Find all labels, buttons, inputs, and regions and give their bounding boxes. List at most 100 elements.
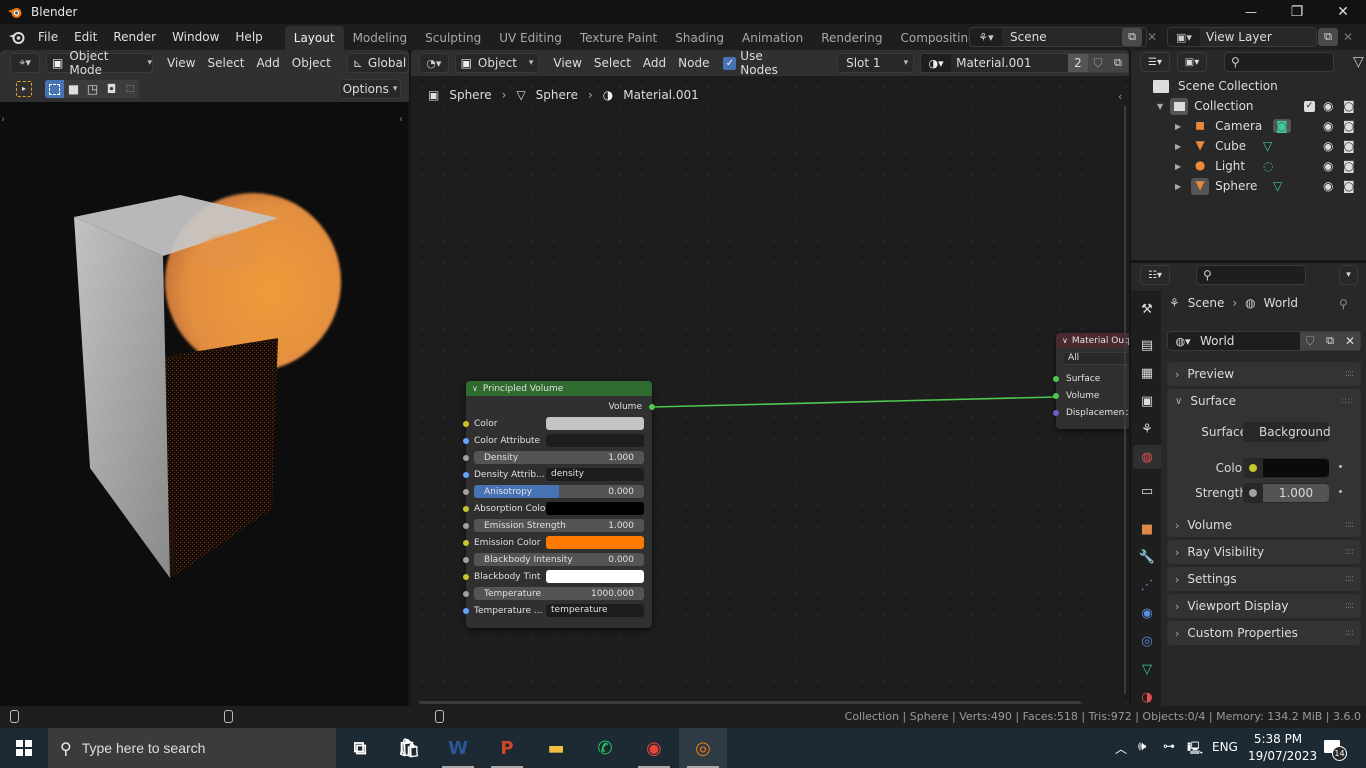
drag-grip-icon[interactable]: :::: [1345,574,1354,584]
select-invert-button[interactable]: ◘ [102,80,121,98]
displacement-input-socket[interactable] [1053,410,1059,416]
tab-particles[interactable]: ⋰ [1135,573,1159,597]
collapse-chevron-icon[interactable]: ∨ [1062,336,1068,345]
transform-orientation-dropdown[interactable]: ⊾ Global [346,53,409,73]
scene-selector[interactable]: ⚘▾ Scene ⚲ [969,27,1147,47]
tab-scene[interactable]: ⚘ [1135,417,1159,441]
panel-preview[interactable]: › Preview:::: [1167,362,1361,386]
start-button[interactable] [0,728,48,768]
absorption-color-swatch[interactable] [546,502,644,515]
select-extend-button[interactable]: ■ [64,80,83,98]
panel-ray-visibility[interactable]: › Ray Visibility:::: [1167,540,1361,564]
view-layer-selector[interactable]: ▣▾ View Layer [1167,27,1317,47]
select-intersect-button[interactable]: ⬚ [121,80,139,98]
taskbar-app-powerpoint[interactable]: P [483,728,531,768]
temperature-socket[interactable] [463,608,469,614]
blackbody-intensity-slider[interactable]: Blackbody Intensity 0.000 [474,553,644,566]
3d-viewport[interactable]: › ‹ [0,102,408,706]
volume-output-socket[interactable] [649,404,655,410]
maximize-button[interactable]: ❐ [1274,0,1320,24]
drag-grip-icon[interactable]: :::: [1345,547,1354,557]
eye-icon[interactable]: ◉ [1323,159,1333,173]
outliner-filter-layer[interactable]: ▣▾ [1177,52,1207,72]
eye-icon[interactable]: ◉ [1323,119,1333,133]
light-data-icon[interactable]: ◌ [1263,159,1273,173]
node-menu-select[interactable]: Select [588,53,637,73]
blackbody-tint-socket[interactable] [463,574,469,580]
output-target-dropdown[interactable]: All [1062,352,1129,365]
emission-color-swatch[interactable] [546,536,644,549]
eye-icon[interactable]: ◉ [1323,179,1333,193]
outliner-item-light[interactable]: ▶ ● Light ◌ ◉ ◙ [1175,156,1362,176]
workspace-tab-texture-paint[interactable]: Texture Paint [571,26,666,50]
tab-physics[interactable]: ◉ [1135,601,1159,625]
view-layer-name[interactable]: View Layer [1200,28,1316,46]
taskbar-app-word[interactable]: W [434,728,482,768]
drag-grip-icon[interactable]: :::: [1345,601,1354,611]
emission-strength-socket[interactable] [463,523,469,529]
taskbar-app-file-explorer[interactable]: ▬ [532,728,580,768]
node-editor-type-button[interactable]: ◔▾ [419,53,449,73]
eye-icon[interactable]: ◉ [1323,99,1333,113]
node-menu-add[interactable]: Add [637,53,672,73]
emission-strength-slider[interactable]: Emission Strength 1.000 [474,519,644,532]
world-browse-icon[interactable]: ◍▾ [1168,335,1198,348]
material-name[interactable]: Material.001 [951,54,1068,72]
density-slider[interactable]: Density 1.000 [474,451,644,464]
workspace-tab-rendering[interactable]: Rendering [812,26,891,50]
taskbar-app-chrome[interactable]: ◉ [630,728,678,768]
volume-icon[interactable]: 🕪 [1138,739,1146,754]
use-nodes-checkbox[interactable]: ✓ Use Nodes [717,49,809,77]
taskbar-app-blender[interactable]: ◎ [679,728,727,768]
color-field[interactable] [1243,458,1329,478]
outliner-item-cube[interactable]: ▶ ▼ Cube ▽ ◉ ◙ [1175,136,1362,156]
shader-node-editor[interactable]: ▣ Sphere › ▽ Sphere › ◑ Material.001 ‹ ∨… [411,76,1129,706]
viewport-menu-object[interactable]: Object [286,53,337,73]
taskbar-app-task-view[interactable]: ⧉ [336,728,384,768]
anisotropy-socket[interactable] [463,489,469,495]
collection-row[interactable]: ▼ Collection ✓ ◉ ◙ [1157,96,1362,116]
select-new-button[interactable] [45,80,64,98]
workspace-tab-uv-editing[interactable]: UV Editing [490,26,571,50]
unlink-world-icon[interactable]: ✕ [1340,332,1360,350]
blackbody-intensity-socket[interactable] [463,557,469,563]
workspace-tab-layout[interactable]: Layout [284,26,344,50]
vertical-scrollbar[interactable] [1124,106,1126,694]
tab-data[interactable]: ▽ [1135,657,1159,681]
mesh-data-icon[interactable]: ▽ [1273,179,1282,193]
network-icon[interactable]: 🖳 [1187,739,1203,760]
horizontal-scrollbar[interactable] [419,701,1081,704]
outliner-search[interactable]: ⚲ [1224,52,1334,72]
material-browse-icon[interactable]: ◑▾ [921,57,951,70]
menu-edit[interactable]: Edit [66,24,105,50]
density-attrib-field[interactable]: density [546,468,644,481]
panel-volume[interactable]: › Volume:::: [1167,513,1361,537]
workspace-tab-modeling[interactable]: Modeling [344,26,417,50]
color-socket[interactable] [463,421,469,427]
workspace-tab-sculpting[interactable]: Sculpting [416,26,490,50]
exclude-checkbox[interactable]: ✓ [1304,100,1315,112]
blackbody-tint-swatch[interactable] [546,570,644,583]
editor-type-button[interactable]: ⌖▾ [10,53,40,73]
delete-view-layer-button[interactable]: ✕ [1340,28,1356,46]
delete-scene-button[interactable]: ✕ [1144,28,1160,46]
tab-object[interactable]: ■ [1135,517,1159,541]
camera-render-icon[interactable]: ◙ [1343,159,1355,173]
scene-name[interactable]: Scene [1002,28,1124,46]
properties-editor-type[interactable]: ☷▾ [1140,265,1170,285]
minimize-button[interactable]: — [1228,0,1274,24]
clock[interactable]: 5:38 PM 19/07/2023 [1248,731,1317,765]
select-subtract-button[interactable]: ◳ [83,80,102,98]
notifications-button[interactable]: 14 [1322,738,1347,761]
filter-icon[interactable]: ▽ [1353,54,1364,70]
workspace-tab-shading[interactable]: Shading [666,26,733,50]
drag-grip-icon[interactable]: :::: [1345,628,1354,638]
volume-input-socket[interactable] [1053,393,1059,399]
camera-render-icon[interactable]: ◙ [1343,139,1355,153]
node-header[interactable]: ∨ Principled Volume [466,381,652,396]
blender-menu-icon[interactable] [8,29,26,45]
node-header[interactable]: ∨ Material Outp [1056,333,1129,348]
tab-collection[interactable]: ▭ [1135,479,1159,503]
drag-grip-icon[interactable]: :::: [1345,520,1354,530]
viewport-menu-view[interactable]: View [161,53,201,73]
